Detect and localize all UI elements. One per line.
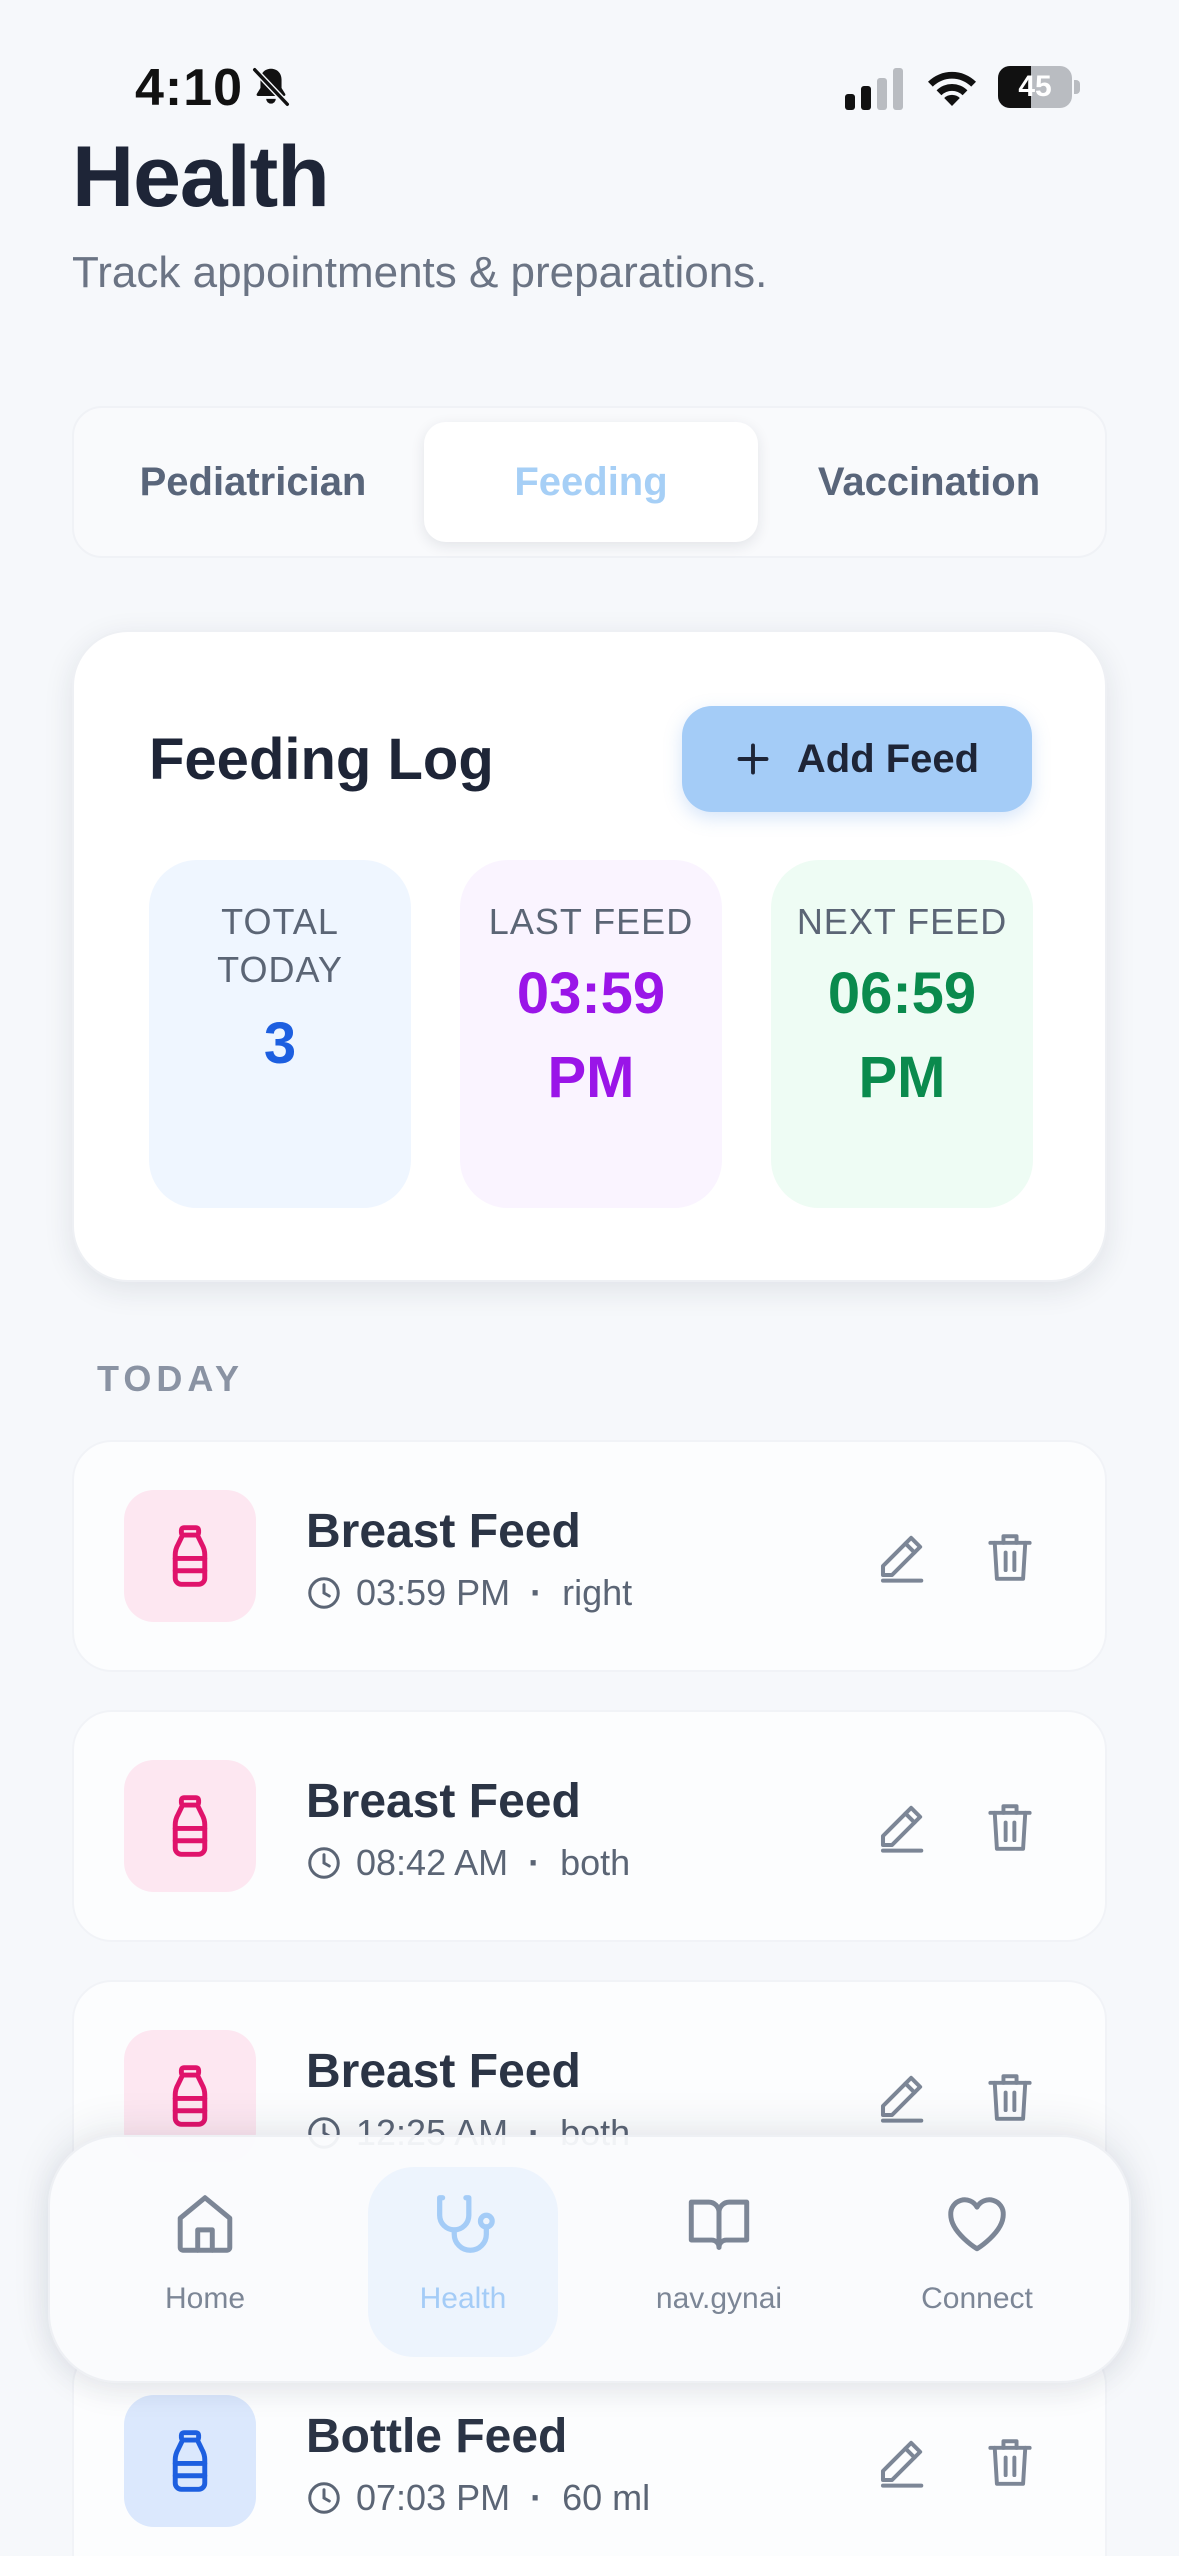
stethoscope-icon — [437, 2195, 495, 2253]
baby-bottle-icon — [172, 1795, 208, 1857]
feed-item-detail: both — [560, 1842, 631, 1883]
heart-icon — [948, 2197, 1006, 2252]
separator-dot: · — [530, 2477, 543, 2518]
tab-bar: Pediatrician Feeding Vaccination — [72, 406, 1107, 558]
tab-vaccination[interactable]: Vaccination — [764, 422, 1094, 542]
stat-value: 3 — [263, 1011, 297, 1076]
nav-label: Home — [164, 2282, 246, 2315]
battery-indicator: 45 — [998, 66, 1080, 108]
plus-icon — [737, 743, 769, 775]
feed-item-time: 07:03 PM — [356, 2477, 511, 2518]
feed-item-title: Breast Feed — [306, 1775, 581, 1828]
trash-icon[interactable] — [986, 1530, 1034, 1584]
trash-icon[interactable] — [986, 2070, 1034, 2124]
cellular-signal-icon — [845, 68, 903, 110]
feed-item-time: 03:59 PM — [356, 1572, 511, 1613]
battery-body: 45 — [998, 66, 1072, 108]
feed-item-time: 08:42 AM — [356, 1842, 509, 1883]
book-icon — [688, 2199, 750, 2250]
edit-pencil-icon[interactable] — [874, 2070, 928, 2124]
feed-list-item[interactable]: Breast Feed 08:42 AM · both — [72, 1710, 1107, 1942]
stat-last-feed: LAST FEED 03:59 PM — [460, 860, 722, 1208]
baby-bottle-icon — [172, 2430, 208, 2492]
trash-icon[interactable] — [986, 2435, 1034, 2489]
page-title: Health — [72, 129, 330, 225]
page-subtitle: Track appointments & preparations. — [72, 248, 768, 297]
tab-feeding[interactable]: Feeding — [424, 422, 758, 542]
add-feed-label: Add Feed — [796, 736, 980, 781]
feed-item-detail: right — [562, 1572, 633, 1613]
edit-pencil-icon[interactable] — [874, 2435, 928, 2489]
stat-value: 03:59 PM — [516, 961, 666, 1110]
bell-slash-icon — [252, 67, 290, 107]
feed-item-title: Bottle Feed — [306, 2410, 568, 2463]
feed-list-item[interactable]: Breast Feed 03:59 PM · right — [72, 1440, 1107, 1672]
nav-gynai[interactable]: nav.gynai — [624, 2167, 814, 2357]
tab-pediatrician[interactable]: Pediatrician — [88, 422, 418, 542]
stat-label: TOTAL TODAY — [217, 901, 343, 990]
nav-label: Health — [419, 2282, 507, 2315]
feeding-log-title: Feeding Log — [149, 727, 494, 792]
edit-pencil-icon[interactable] — [874, 1530, 928, 1584]
feed-icon-box — [124, 2395, 256, 2527]
status-time: 4:10 — [135, 59, 244, 117]
feed-item-detail: 60 ml — [562, 2477, 651, 2518]
feed-item-meta: 03:59 PM · right — [306, 1572, 632, 1614]
battery-cap — [1074, 80, 1080, 94]
home-icon — [177, 2195, 233, 2253]
baby-bottle-icon — [172, 1525, 208, 1587]
section-label-today: TODAY — [97, 1358, 245, 1399]
feed-item-meta: 07:03 PM · 60 ml — [306, 2477, 650, 2519]
nav-label: Connect — [921, 2282, 1033, 2315]
feed-item-meta: 08:42 AM · both — [306, 1842, 630, 1884]
feed-icon-box — [124, 1760, 256, 1892]
stat-label: LAST FEED — [488, 901, 694, 942]
stat-label: NEXT FEED — [796, 901, 1008, 942]
stat-next-feed: NEXT FEED 06:59 PM — [771, 860, 1033, 1208]
stat-value: 06:59 PM — [827, 961, 977, 1110]
separator-dot: · — [530, 1572, 543, 1613]
trash-icon[interactable] — [986, 1800, 1034, 1854]
clock-icon — [308, 2482, 340, 2514]
separator-dot: · — [528, 1842, 541, 1883]
wifi-icon — [928, 71, 976, 106]
nav-connect[interactable]: Connect — [882, 2167, 1072, 2357]
feed-icon-box — [124, 1490, 256, 1622]
feed-item-title: Breast Feed — [306, 1505, 581, 1558]
edit-pencil-icon[interactable] — [874, 1800, 928, 1854]
feeding-log-card: Feeding Log Add Feed TOTAL TODAY 3 LAST … — [72, 630, 1107, 1282]
clock-icon — [308, 1577, 340, 1609]
clock-icon — [308, 1847, 340, 1879]
stat-total-today: TOTAL TODAY 3 — [149, 860, 411, 1208]
battery-percent: 45 — [1018, 70, 1052, 103]
nav-health[interactable]: Health — [368, 2167, 558, 2357]
nav-home[interactable]: Home — [110, 2167, 300, 2357]
baby-bottle-icon — [172, 2065, 208, 2127]
nav-label: nav.gynai — [655, 2282, 783, 2315]
feed-item-title: Breast Feed — [306, 2045, 581, 2098]
add-feed-button[interactable]: Add Feed — [682, 706, 1032, 812]
bottom-navigation: Home Health nav.gynai Connect — [48, 2135, 1131, 2383]
